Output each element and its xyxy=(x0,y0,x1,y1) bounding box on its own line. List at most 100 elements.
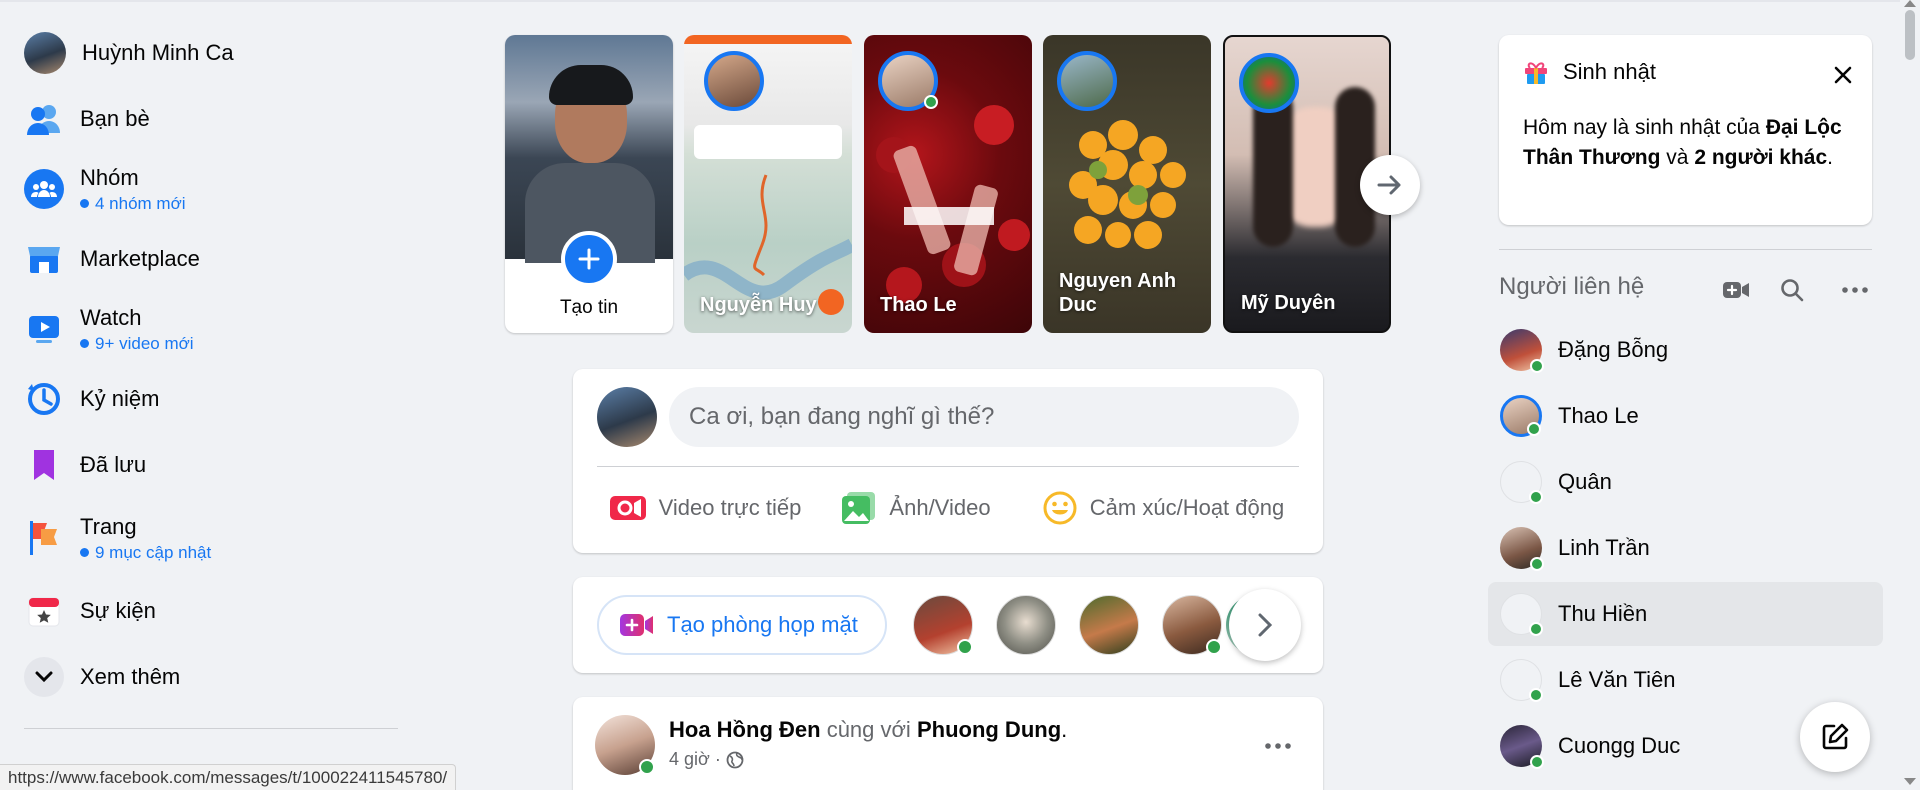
birthday-prefix: Hôm nay là sinh nhật của xyxy=(1523,116,1760,139)
post-header: Hoa Hồng Đen cùng với Phuong Dung. xyxy=(669,717,1068,742)
post-more-button[interactable] xyxy=(1253,721,1303,771)
search-contacts-button[interactable] xyxy=(1772,270,1812,310)
contact-item[interactable]: Đặng Bỗng xyxy=(1488,318,1883,382)
plus-icon[interactable] xyxy=(561,231,617,287)
birthday-header: Sinh nhật xyxy=(1523,59,1656,85)
sidebar-item-see-more[interactable]: Xem thêm xyxy=(12,644,402,710)
sidebar-item-groups[interactable]: Nhóm 4 nhóm mới xyxy=(12,152,402,226)
contacts-options-button[interactable] xyxy=(1835,270,1875,310)
contact-name: Quân xyxy=(1558,469,1612,494)
create-room-button[interactable]: Tạo phòng họp mặt xyxy=(597,595,887,655)
more-horizontal-icon xyxy=(1265,743,1291,749)
avatar xyxy=(1500,527,1544,571)
room-avatar[interactable] xyxy=(996,595,1056,655)
birthday-suffix: . xyxy=(1827,146,1834,169)
live-video-icon xyxy=(609,496,646,520)
photo-video-label: Ảnh/Video xyxy=(889,495,991,520)
birthday-middle: và xyxy=(1666,146,1689,169)
story-card[interactable]: Nguyen Anh Duc xyxy=(1043,35,1211,333)
composer-card: Ca ơi, bạn đang nghĩ gì thế? Video trực … xyxy=(573,369,1323,553)
birthday-title: Sinh nhật xyxy=(1563,59,1656,84)
sidebar-item-saved[interactable]: Đã lưu xyxy=(12,432,402,498)
scrollbar[interactable] xyxy=(1900,0,1920,790)
story-card[interactable]: Nguyễn Huy xyxy=(684,35,852,333)
contacts-title: Người liên hệ xyxy=(1499,273,1645,300)
rooms-card: Tạo phòng họp mặt xyxy=(573,577,1323,673)
birthday-text: Hôm nay là sinh nhật của Đại Lộc Thân Th… xyxy=(1523,113,1843,173)
sidebar-item-sub: 9 mục cập nhật xyxy=(80,543,211,563)
contact-name: Đặng Bỗng xyxy=(1558,337,1669,362)
chevron-right-icon xyxy=(1258,613,1272,637)
close-button[interactable] xyxy=(1829,61,1857,89)
post-time[interactable]: 4 giờ · xyxy=(669,749,721,770)
photo-video-button[interactable]: Ảnh/Video xyxy=(831,479,1001,537)
post-with-text: cùng với xyxy=(826,717,911,742)
compose-icon xyxy=(1822,723,1849,750)
sidebar-item-watch[interactable]: Watch 9+ video mới xyxy=(12,292,402,366)
groups-icon xyxy=(24,169,64,209)
sidebar-item-memories[interactable]: Kỷ niệm xyxy=(12,366,402,432)
sidebar-item-label: Sự kiện xyxy=(80,598,156,623)
create-story-card[interactable]: Tạo tin xyxy=(505,35,673,333)
sidebar-item-label: Trang xyxy=(80,513,137,539)
sidebar-item-profile[interactable]: Huỳnh Minh Ca xyxy=(12,20,402,86)
contact-item[interactable]: Thu Hiền xyxy=(1488,582,1883,646)
avatar xyxy=(1239,53,1299,113)
story-photo xyxy=(505,35,673,263)
contact-item[interactable]: Thao Le xyxy=(1488,384,1883,448)
calendar-icon xyxy=(24,591,64,631)
contact-name: Thu Hiền xyxy=(1558,601,1648,626)
birthday-card: Sinh nhật Hôm nay là sinh nhật của Đại L… xyxy=(1499,35,1872,225)
avatar xyxy=(704,51,764,111)
photo-icon xyxy=(842,492,876,524)
create-room-label: Tạo phòng họp mặt xyxy=(667,612,858,637)
new-room-button[interactable] xyxy=(1716,270,1756,310)
contact-item[interactable]: Quân xyxy=(1488,450,1883,514)
feeling-activity-button[interactable]: Cảm xúc/Hoạt động xyxy=(1013,479,1313,537)
avatar xyxy=(1500,725,1544,769)
live-video-label: Video trực tiếp xyxy=(658,495,802,520)
story-card[interactable]: Thao Le xyxy=(864,35,1032,333)
contact-item[interactable]: Lê Văn Tiên xyxy=(1488,648,1883,712)
sidebar-item-label: Nhóm xyxy=(80,164,139,190)
new-message-button[interactable] xyxy=(1800,702,1870,772)
scroll-up-icon[interactable] xyxy=(1904,0,1916,7)
contact-item[interactable]: Linh Trần xyxy=(1488,516,1883,580)
smiley-icon xyxy=(1043,491,1077,525)
marketplace-icon xyxy=(24,239,64,279)
story-name: Thao Le xyxy=(880,294,957,316)
clock-icon xyxy=(24,379,64,419)
live-video-button[interactable]: Video trực tiếp xyxy=(585,479,825,537)
flag-icon xyxy=(24,518,64,558)
post-tagged[interactable]: Phuong Dung xyxy=(917,717,1061,742)
more-horizontal-icon xyxy=(1842,287,1868,293)
contact-name: Lê Văn Tiên xyxy=(1558,667,1676,692)
watch-icon xyxy=(24,309,64,349)
story-name: Nguyen Anh Duc xyxy=(1059,270,1177,316)
post-author[interactable]: Hoa Hồng Đen xyxy=(669,717,821,742)
sidebar-item-label: Xem thêm xyxy=(80,664,181,689)
feeling-activity-label: Cảm xúc/Hoạt động xyxy=(1089,495,1285,520)
contacts-divider xyxy=(1499,249,1872,250)
sidebar-item-friends[interactable]: Bạn bè xyxy=(12,86,402,152)
profile-name: Huỳnh Minh Ca xyxy=(82,40,234,65)
avatar xyxy=(24,32,66,74)
chevron-down-icon xyxy=(24,657,64,697)
close-icon xyxy=(1834,66,1852,84)
gift-icon xyxy=(1525,62,1547,84)
post-meta: 4 giờ · xyxy=(669,749,744,770)
sidebar-item-marketplace[interactable]: Marketplace xyxy=(12,226,402,292)
video-plus-icon xyxy=(1723,282,1749,298)
scrollbar-thumb[interactable] xyxy=(1905,10,1915,60)
avatar xyxy=(597,387,657,447)
rooms-next-button[interactable] xyxy=(1229,589,1301,661)
create-story-label: Tạo tin xyxy=(559,297,619,318)
composer-divider xyxy=(597,466,1299,467)
sidebar-item-events[interactable]: Sự kiện xyxy=(12,578,402,644)
sidebar-item-pages[interactable]: Trang 9 mục cập nhật xyxy=(12,498,402,578)
composer-input[interactable]: Ca ơi, bạn đang nghĩ gì thế? xyxy=(669,387,1299,447)
birthday-others[interactable]: 2 người khác xyxy=(1694,146,1827,169)
room-avatar[interactable] xyxy=(1079,595,1139,655)
scroll-down-icon[interactable] xyxy=(1904,778,1916,785)
stories-next-button[interactable] xyxy=(1360,155,1420,215)
